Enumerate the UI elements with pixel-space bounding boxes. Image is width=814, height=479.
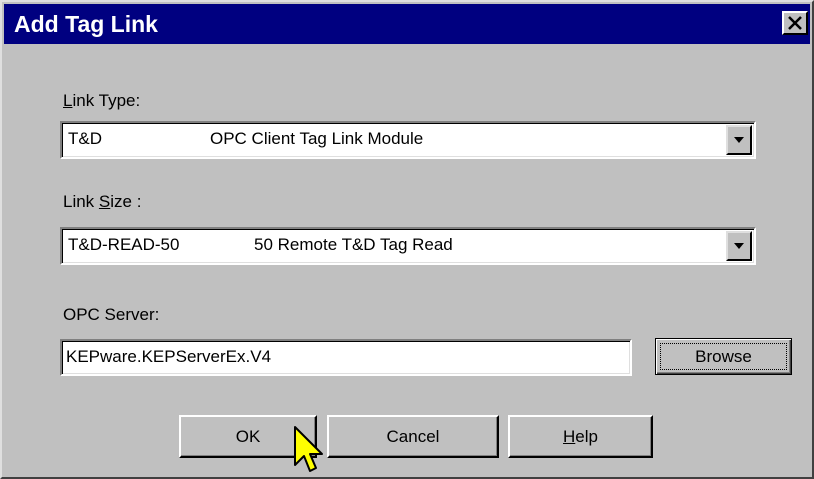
help-mnemonic: H [563,426,576,446]
window-title: Add Tag Link [14,11,158,37]
link-size-value: T&D-READ-50 [68,235,180,254]
ok-button[interactable]: OK [179,415,317,458]
browse-button-label: Browse [695,346,752,366]
link-size-dropdown[interactable]: T&D-READ-50 50 Remote T&D Tag Read [60,227,756,265]
help-button[interactable]: Help [508,415,653,458]
help-button-label: Help [563,426,598,446]
link-type-value: T&D [68,129,102,148]
link-type-label: Link Type: [63,91,141,110]
opc-server-value: KEPware.KEPServerEx.V4 [66,347,272,366]
link-type-description: OPC Client Tag Link Module [210,129,424,148]
cancel-button[interactable]: Cancel [327,415,499,458]
chevron-down-icon [734,243,744,249]
browse-button[interactable]: Browse [655,338,792,375]
chevron-down-icon [734,137,744,143]
opc-server-field[interactable]: KEPware.KEPServerEx.V4 [60,339,632,376]
ok-button-label: OK [235,426,261,446]
link-size-label: Link Size : [63,192,142,211]
close-x-icon [788,16,802,30]
link-type-dropdown[interactable]: T&D OPC Client Tag Link Module [60,121,756,159]
link-type-dropdown-button[interactable] [726,125,752,155]
link-size-mnemonic: S [98,192,111,211]
link-size-description: 50 Remote T&D Tag Read [254,235,453,254]
title-bar[interactable]: Add Tag Link [4,4,810,44]
link-size-dropdown-button[interactable] [726,231,752,261]
opc-server-label: OPC Server: [63,305,160,324]
close-button[interactable] [782,11,808,35]
add-tag-link-dialog: Add Tag Link Link Type: T&D OPC Client T… [0,0,814,479]
cancel-button-label: Cancel [386,426,440,446]
